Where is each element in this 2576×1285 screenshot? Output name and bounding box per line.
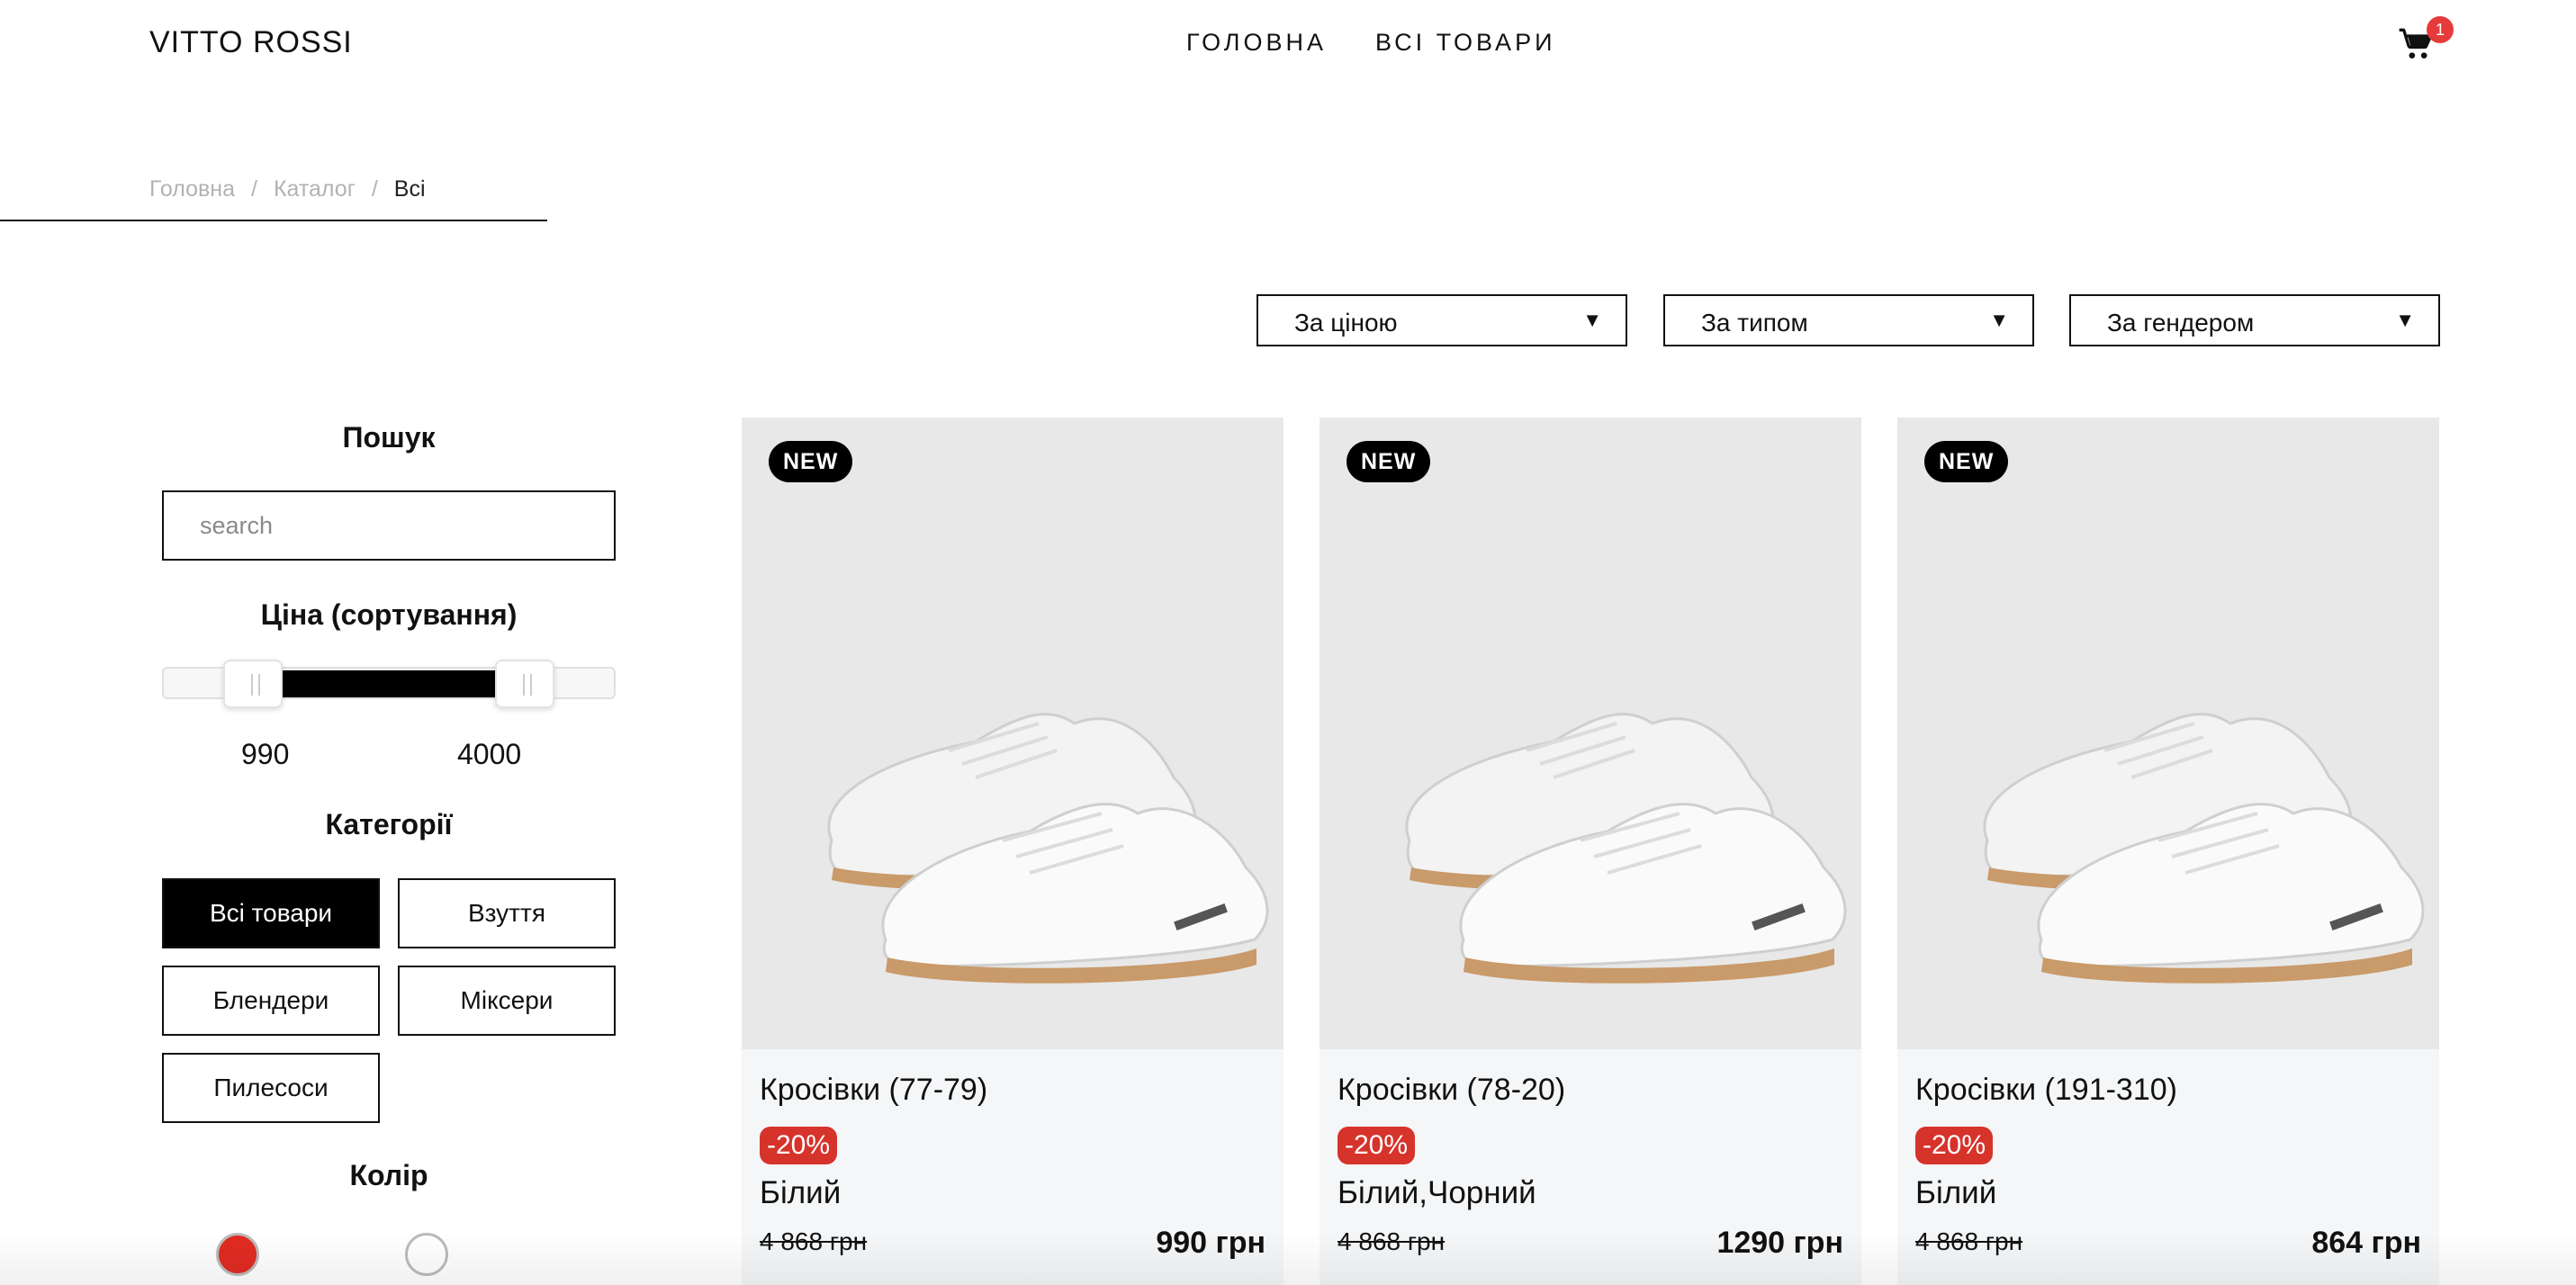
sneakers-image [1405,713,1847,984]
breadcrumb: Головна / Каталог / Всі [149,176,426,202]
search-field [162,490,616,561]
search-input[interactable] [164,492,614,559]
current-price: 990 грн [1156,1226,1265,1260]
product-color: Білий [760,1175,842,1210]
product-name[interactable]: Кросівки (77-79) [760,1073,987,1108]
category-footwear[interactable]: Взуття [398,878,616,948]
new-badge: NEW [1924,441,2009,482]
old-price: 4 868 грн [1338,1227,1446,1255]
old-price: 4 868 грн [760,1227,868,1255]
price-range-fill [281,670,500,697]
product-name[interactable]: Кросівки (191-310) [1915,1073,2177,1108]
dropdown-arrow-icon: ▼ [1582,309,1602,331]
price-min-handle[interactable] [223,660,283,708]
product-card[interactable]: NEW Кросівки (78-20) -20% Білий,Чорний 4… [1320,418,1861,1285]
price-min-value: 990 [241,738,290,770]
breadcrumb-home[interactable]: Головна [149,176,235,202]
search-title: Пошук [342,421,436,454]
old-price: 4 868 грн [1915,1227,2023,1255]
dropdown-label: За гендером [2107,309,2255,337]
category-all-products[interactable]: Всі товари [162,878,380,948]
brand-logo[interactable]: VITTO ROSSI [149,25,353,60]
breadcrumb-catalog[interactable]: Каталог [274,176,356,202]
category-vacuums[interactable]: Пилесоси [162,1053,380,1123]
category-mixers[interactable]: Міксери [398,966,616,1036]
price-sort-dropdown[interactable]: За ціною ▼ [1256,294,1627,346]
new-badge: NEW [769,441,853,482]
product-image[interactable]: NEW [1320,418,1861,1049]
cart-count-badge: 1 [2427,16,2454,43]
dropdown-arrow-icon: ▼ [1989,309,2009,331]
product-name[interactable]: Кросівки (78-20) [1338,1073,1565,1108]
site-header: VITTO ROSSI ГОЛОВНА ВСІ ТОВАРИ 1 [0,0,2576,90]
categories-title: Категорії [325,808,453,840]
discount-badge: -20% [1338,1127,1416,1164]
color-swatch-white[interactable] [405,1233,448,1276]
breadcrumb-underline [0,220,547,221]
sneakers-image [827,713,1269,984]
new-badge: NEW [1347,441,1431,482]
current-price: 1290 грн [1716,1226,1843,1260]
color-title: Колір [349,1159,428,1191]
product-color: Білий,Чорний [1338,1175,1536,1210]
price-max-value: 4000 [457,738,522,770]
dropdown-label: За типом [1701,309,1808,337]
type-filter-dropdown[interactable]: За типом ▼ [1663,294,2034,346]
main-nav: ГОЛОВНА ВСІ ТОВАРИ [1186,29,1555,57]
price-title: Ціна (сортування) [260,598,518,631]
sneakers-image [1983,713,2425,984]
dropdown-arrow-icon: ▼ [2395,309,2415,331]
current-price: 864 грн [2311,1226,2421,1260]
discount-badge: -20% [1915,1127,1994,1164]
color-swatch-red[interactable] [216,1233,259,1276]
cart-button[interactable]: 1 [2398,16,2454,65]
price-max-handle[interactable] [495,660,554,708]
breadcrumb-separator: / [371,176,378,202]
product-image[interactable]: NEW [742,418,1283,1049]
gender-filter-dropdown[interactable]: За гендером ▼ [2069,294,2440,346]
discount-badge: -20% [760,1127,838,1164]
price-range-slider[interactable] [162,660,616,708]
category-blenders[interactable]: Блендери [162,966,380,1036]
nav-home-link[interactable]: ГОЛОВНА [1186,29,1327,57]
product-image[interactable]: NEW [1897,418,2439,1049]
breadcrumb-separator: / [250,176,257,202]
product-card[interactable]: NEW Кросівки (77-79) -20% Білий 4 868 гр… [742,418,1283,1285]
breadcrumb-current: Всі [393,176,426,202]
nav-all-products-link[interactable]: ВСІ ТОВАРИ [1375,29,1555,57]
dropdown-label: За ціною [1294,309,1398,337]
product-color: Білий [1915,1175,1997,1210]
product-card[interactable]: NEW Кросівки (191-310) -20% Білий 4 868 … [1897,418,2439,1285]
